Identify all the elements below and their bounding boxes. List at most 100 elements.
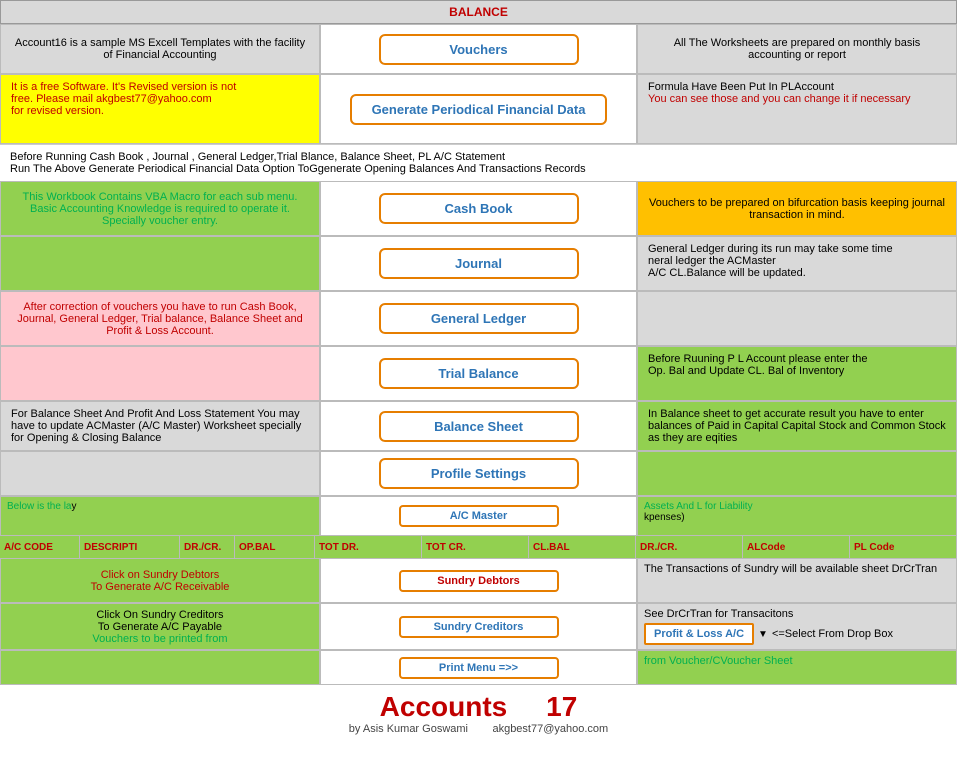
pm-row: Print Menu =>> from Voucher/CVoucher She… [0, 650, 957, 685]
gl-left-text: After correction of vouchers you have to… [11, 301, 309, 337]
cashbook-row: This Workbook Contains VBA Macro for eac… [0, 181, 957, 236]
generate-right-text1: Formula Have Been Put In PLAccount [648, 81, 946, 93]
sc-left: Click On Sundry Creditors To Generate A/… [0, 603, 320, 650]
info-line2: Run The Above Generate Periodical Financ… [10, 163, 947, 175]
acmaster-assets-text: Assets And L for Liability [644, 501, 753, 512]
tb-left [0, 346, 320, 401]
sd-left: Click on Sundry Debtors To Generate A/C … [0, 558, 320, 603]
header-balance: BALANCE [0, 0, 957, 24]
gl-right [637, 291, 957, 346]
footer-author: by Asis Kumar Goswami [349, 723, 468, 735]
profile-mid: Profile Settings [320, 451, 637, 496]
col-header-drcr: DR./CR. [180, 536, 235, 558]
col-header-totcr: TOT CR. [422, 536, 529, 558]
cashbook-mid: Cash Book [320, 181, 637, 236]
bs-right-text: In Balance sheet to get accurate result … [648, 408, 946, 444]
tb-right-text1: Before Ruuning P L Account please enter … [648, 353, 946, 365]
select-dropdown-text: <=Select From Drop Box [772, 628, 893, 640]
profit-loss-box[interactable]: Profit & Loss A/C [644, 623, 754, 645]
sc-mid: Sundry Creditors [320, 603, 637, 650]
pm-mid: Print Menu =>> [320, 650, 637, 685]
vouchers-button[interactable]: Vouchers [379, 34, 579, 65]
sc-left-text1: Click On Sundry Creditors [96, 609, 223, 621]
main-container: BALANCE Account16 is a sample MS Excell … [0, 0, 957, 741]
acmaster-kpenses-text: kpenses) [644, 512, 685, 523]
generate-left-text2: free. Please mail akgbest77@yahoo.com [11, 93, 212, 105]
gl-mid: General Ledger [320, 291, 637, 346]
col-header-totdr: TOT DR. [315, 536, 422, 558]
generate-left-text3: for revised version. [11, 105, 104, 117]
acmaster-below-cont: y [71, 501, 76, 512]
info-text-row: Before Running Cash Book , Journal , Gen… [0, 144, 957, 181]
acmaster-right-header: Assets And L for Liability kpenses) [637, 496, 957, 536]
col-header-plcode: PL Code [850, 536, 957, 558]
print-menu-button[interactable]: Print Menu =>> [399, 657, 559, 679]
vouchers-mid: Vouchers [320, 24, 637, 74]
sundry-debtors-button[interactable]: Sundry Debtors [399, 570, 559, 592]
generate-mid: Generate Periodical Financial Data [320, 74, 637, 144]
col-header-clbal: CL.BAL [529, 536, 636, 558]
journal-right-text1: General Ledger during its run may take s… [648, 243, 946, 255]
col-header-opbal: OP.BAL [235, 536, 315, 558]
journal-button[interactable]: Journal [379, 248, 579, 279]
footer: Accounts 17 by Asis Kumar Goswami akgbes… [0, 685, 957, 741]
acmaster-button[interactable]: A/C Master [399, 505, 559, 527]
col-header-drcr2: DR./CR. [636, 536, 743, 558]
tb-row: Trial Balance Before Ruuning P L Account… [0, 346, 957, 401]
tb-mid: Trial Balance [320, 346, 637, 401]
generate-left-text1: It is a free Software. It's Revised vers… [11, 81, 236, 93]
gl-button[interactable]: General Ledger [379, 303, 579, 334]
dropdown-arrow: ▼ [758, 629, 768, 640]
journal-mid: Journal [320, 236, 637, 291]
sd-right: The Transactions of Sundry will be avail… [637, 558, 957, 603]
generate-button[interactable]: Generate Periodical Financial Data [350, 94, 608, 125]
col-header-description: DESCRIPTI [80, 536, 180, 558]
generate-row: It is a free Software. It's Revised vers… [0, 74, 957, 144]
bs-mid: Balance Sheet [320, 401, 637, 451]
generate-left: It is a free Software. It's Revised vers… [0, 74, 320, 144]
journal-right-text3: A/C CL.Balance will be updated. [648, 267, 946, 279]
footer-accounts-label: Accounts [380, 691, 508, 722]
sundry-creditors-button[interactable]: Sundry Creditors [399, 616, 559, 638]
tb-right: Before Ruuning P L Account please enter … [637, 346, 957, 401]
col-header-alcode: ALCode [743, 536, 850, 558]
bs-left: For Balance Sheet And Profit And Loss St… [0, 401, 320, 451]
footer-sub: by Asis Kumar Goswami akgbest77@yahoo.co… [6, 723, 951, 735]
profile-button[interactable]: Profile Settings [379, 458, 579, 489]
bs-button[interactable]: Balance Sheet [379, 411, 579, 442]
vouchers-left-text: Account16 is a sample MS Excell Template… [0, 24, 320, 74]
tb-right-text2: Op. Bal and Update CL. Bal of Inventory [648, 365, 946, 377]
acmaster-below-text: Below is the la [7, 501, 71, 512]
acmaster-left-header: Below is the lay [0, 496, 320, 536]
gl-left: After correction of vouchers you have to… [0, 291, 320, 346]
sd-row: Click on Sundry Debtors To Generate A/C … [0, 558, 957, 603]
sc-right-text1: See DrCrTran for Transacitons [644, 608, 950, 620]
profile-left [0, 451, 320, 496]
bs-right: In Balance sheet to get accurate result … [637, 401, 957, 451]
footer-email: akgbest77@yahoo.com [492, 723, 608, 735]
pm-left [0, 650, 320, 685]
col-headers-row: A/C CODE DESCRIPTI DR./CR. OP.BAL TOT DR… [0, 536, 957, 558]
vouchers-row: Account16 is a sample MS Excell Template… [0, 24, 957, 74]
bs-row: For Balance Sheet And Profit And Loss St… [0, 401, 957, 451]
gl-row: After correction of vouchers you have to… [0, 291, 957, 346]
info-line1: Before Running Cash Book , Journal , Gen… [10, 151, 947, 163]
cashbook-button[interactable]: Cash Book [379, 193, 579, 224]
sd-mid: Sundry Debtors [320, 558, 637, 603]
profile-right [637, 451, 957, 496]
sc-right: See DrCrTran for Transacitons Profit & L… [637, 603, 957, 650]
journal-left [0, 236, 320, 291]
cashbook-voucher-text: Vouchers to be prepared on bifurcation b… [648, 197, 946, 221]
balance-label: BALANCE [449, 5, 508, 19]
sd-left-text2: To Generate A/C Receivable [91, 581, 230, 593]
pm-right-text2: from Voucher/CVoucher Sheet [644, 655, 793, 667]
vouchers-right-text: All The Worksheets are prepared on month… [637, 24, 957, 74]
journal-right: General Ledger during its run may take s… [637, 236, 957, 291]
col-header-accode: A/C CODE [0, 536, 80, 558]
cashbook-right-text: Vouchers to be prepared on bifurcation b… [637, 181, 957, 236]
sc-left-text2: To Generate A/C Payable [98, 621, 222, 633]
tb-button[interactable]: Trial Balance [379, 358, 579, 389]
acmaster-header-row: Below is the lay A/C Master Assets And L… [0, 496, 957, 536]
cashbook-left-text: This Workbook Contains VBA Macro for eac… [0, 181, 320, 236]
footer-number: 17 [546, 691, 577, 722]
